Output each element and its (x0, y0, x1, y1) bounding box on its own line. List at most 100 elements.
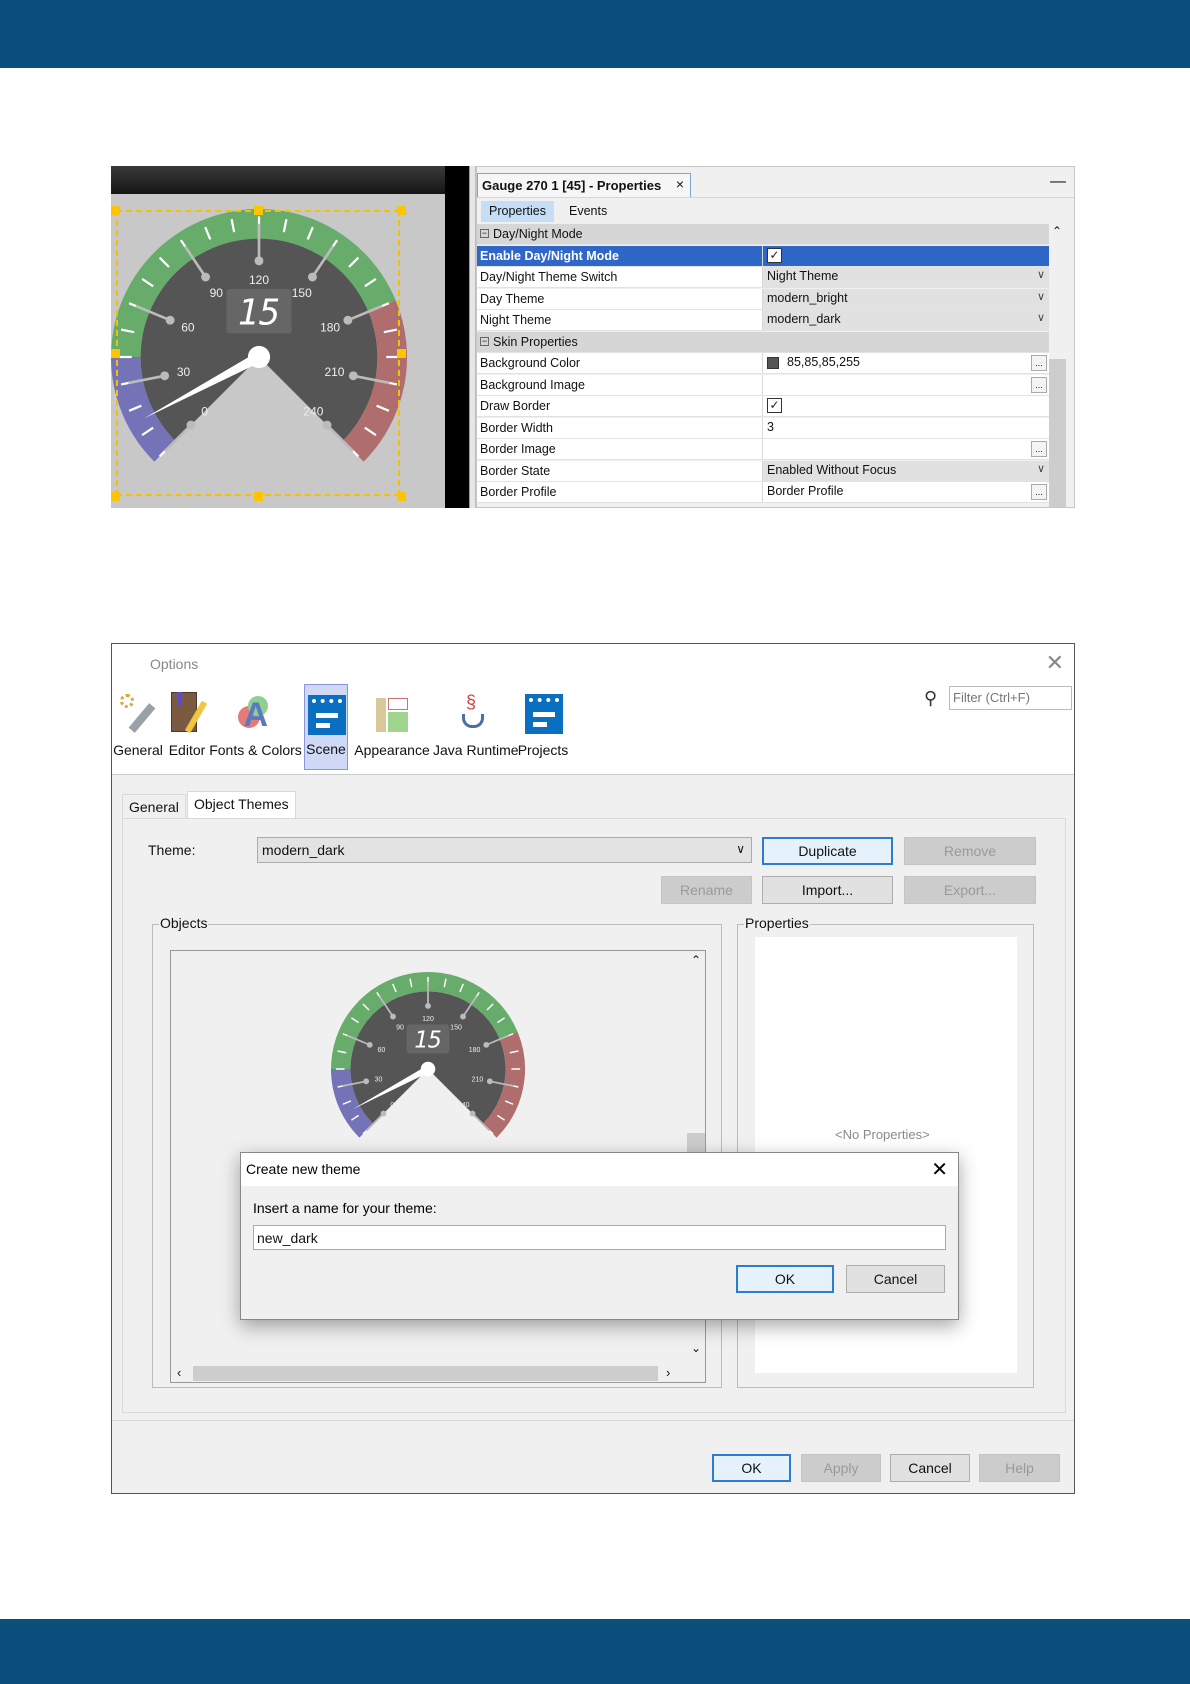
create-theme-dialog: Create new theme ✕ Insert a name for you… (240, 1152, 959, 1320)
resize-handle[interactable] (254, 206, 263, 215)
property-value-cell[interactable]: ✓ (762, 396, 1049, 416)
chevron-down-icon[interactable]: ∨ (1037, 268, 1045, 281)
property-row[interactable]: Border Image... (477, 439, 1050, 460)
scroll-right-icon[interactable]: › (666, 1365, 670, 1380)
property-row[interactable]: Enable Day/Night Mode ✓ (477, 245, 1050, 267)
category-editor[interactable]: Editor (166, 684, 208, 770)
ellipsis-button[interactable]: ... (1031, 355, 1047, 371)
close-icon[interactable]: ✕ (1046, 650, 1064, 676)
property-value-cell[interactable]: ... (762, 374, 1049, 395)
resize-handle[interactable] (254, 492, 263, 501)
property-row[interactable]: Background Color 85,85,85,255... (477, 353, 1050, 374)
page-header-band (0, 0, 1190, 68)
ok-button[interactable]: OK (712, 1454, 791, 1482)
horizontal-scrollbar[interactable]: ‹ › (171, 1363, 687, 1382)
resize-handle[interactable] (111, 206, 120, 215)
properties-panel-tab[interactable]: Gauge 270 1 [45] - Properties × (477, 173, 691, 197)
chevron-down-icon[interactable]: ∨ (1037, 311, 1045, 324)
duplicate-button[interactable]: Duplicate (762, 837, 893, 865)
close-icon[interactable]: × (676, 176, 684, 192)
property-row[interactable]: Background Image... (477, 374, 1050, 396)
checkbox[interactable]: ✓ (767, 247, 782, 263)
theme-label: Theme: (148, 842, 196, 858)
property-value: Enabled Without Focus (767, 462, 897, 477)
scroll-down-icon[interactable]: ⌄ (691, 1341, 701, 1355)
panel-splitter[interactable] (469, 166, 476, 508)
property-name: Border Profile (480, 485, 557, 499)
filter-input[interactable]: Filter (Ctrl+F) (949, 686, 1072, 710)
category-appearance[interactable]: Appearance (354, 684, 430, 770)
property-row[interactable]: Border Width 3 (477, 417, 1050, 439)
remove-button[interactable]: Remove (904, 837, 1036, 865)
ellipsis-button[interactable]: ... (1031, 484, 1047, 500)
property-value: Night Theme (767, 269, 839, 283)
gauge-tick-dot (483, 1041, 490, 1048)
property-group[interactable]: − Skin Properties (477, 331, 1050, 353)
checkbox[interactable]: ✓ (767, 398, 782, 413)
resize-handle[interactable] (397, 349, 406, 358)
rename-button[interactable]: Rename (661, 876, 752, 904)
scroll-left-icon[interactable]: ‹ (177, 1365, 181, 1380)
resize-handle[interactable] (397, 206, 406, 215)
cancel-button[interactable]: Cancel (846, 1265, 945, 1293)
gauge-tick-dot (425, 1003, 431, 1009)
gauge-tick-label: 120 (422, 1016, 434, 1023)
property-value-cell[interactable]: ✓ (762, 245, 1049, 266)
property-value-cell[interactable]: modern_bright ∨ (762, 288, 1049, 309)
property-row[interactable]: Day Theme modern_bright ∨ (477, 288, 1050, 310)
property-value-cell[interactable]: ... (762, 439, 1049, 459)
tab-general[interactable]: General (122, 794, 186, 818)
tab-properties[interactable]: Properties (481, 201, 554, 222)
property-value-cell[interactable]: modern_dark ∨ (762, 310, 1049, 330)
chevron-down-icon[interactable]: ∨ (1037, 290, 1045, 303)
property-value-cell[interactable]: 85,85,85,255... (762, 353, 1049, 373)
import-button[interactable]: Import... (762, 876, 893, 904)
property-name: Enable Day/Night Mode (480, 248, 619, 263)
property-row[interactable]: Border State Enabled Without Focus ∨ (477, 460, 1050, 482)
property-value-cell[interactable]: Night Theme ∨ (762, 267, 1049, 287)
theme-name-input[interactable] (253, 1225, 946, 1250)
minimize-icon[interactable]: — (1050, 173, 1066, 191)
property-row[interactable]: Draw Border ✓ (477, 396, 1050, 417)
theme-select[interactable]: modern_dark ∨ (257, 837, 752, 863)
design-canvas[interactable]: 0 30 60 90 120 150 180 210 240 15 (111, 166, 469, 508)
ok-button[interactable]: OK (736, 1265, 834, 1293)
help-button[interactable]: Help (979, 1454, 1060, 1482)
category-java-runtime[interactable]: § Java Runtime (433, 684, 519, 770)
category-label: Java Runtime (433, 742, 519, 758)
resize-handle[interactable] (111, 492, 120, 501)
tab-object-themes[interactable]: Object Themes (187, 791, 296, 818)
category-general[interactable]: General (112, 684, 164, 770)
cancel-button[interactable]: Cancel (890, 1454, 970, 1482)
property-row[interactable]: Day/Night Theme Switch Night Theme ∨ (477, 267, 1050, 288)
close-icon[interactable]: ✕ (931, 1157, 948, 1182)
resize-handle[interactable] (111, 349, 120, 358)
apply-button[interactable]: Apply (801, 1454, 881, 1482)
property-value-cell[interactable]: 3 (762, 417, 1049, 438)
category-projects[interactable]: Projects (517, 684, 569, 770)
scroll-up-icon[interactable]: ⌃ (1052, 224, 1062, 238)
property-group[interactable]: − Day/Night Mode (477, 224, 1050, 245)
fonts-colors-icon: A (236, 692, 276, 734)
theme-select-value: modern_dark (262, 842, 345, 858)
tab-events[interactable]: Events (561, 201, 615, 222)
category-fonts-colors[interactable]: A Fonts & Colors (209, 684, 302, 770)
property-row[interactable]: Border Profile Border Profile... (477, 482, 1050, 503)
ellipsis-button[interactable]: ... (1031, 441, 1047, 457)
scrollbar-thumb[interactable] (193, 1366, 658, 1381)
collapse-icon[interactable]: − (480, 229, 489, 238)
scroll-up-icon[interactable]: ⌃ (691, 953, 701, 967)
property-value-cell[interactable]: Border Profile... (762, 482, 1049, 502)
chevron-down-icon[interactable]: ∨ (1037, 462, 1045, 475)
chevron-down-icon: ∨ (736, 842, 745, 856)
scrollbar-thumb[interactable] (1049, 359, 1066, 507)
ellipsis-button[interactable]: ... (1031, 376, 1047, 393)
property-row[interactable]: Night Theme modern_dark ∨ (477, 310, 1050, 331)
export-button[interactable]: Export... (904, 876, 1036, 904)
category-scene[interactable]: Scene (304, 684, 348, 770)
properties-scrollbar[interactable]: ⌃ (1049, 224, 1066, 507)
property-value-cell[interactable]: Enabled Without Focus ∨ (762, 460, 1049, 481)
resize-handle[interactable] (397, 492, 406, 501)
property-value: Border Profile (767, 484, 844, 498)
collapse-icon[interactable]: − (480, 336, 489, 346)
